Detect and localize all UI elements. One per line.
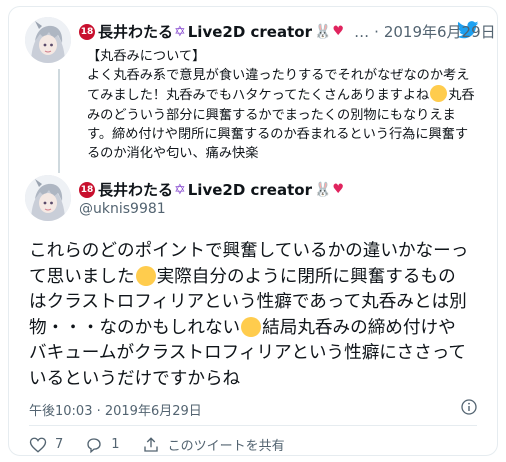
author-name[interactable]: 18 長井わたる ✡ Live2D creator 🐰 ♥	[79, 21, 344, 42]
tweet-timestamp[interactable]: 午後10:03 · 2019年6月29日	[29, 400, 202, 419]
ellipsis: …	[354, 22, 370, 41]
heart-emoji-icon: ♥	[332, 182, 345, 197]
action-bar: 7 1 このツイートを共有	[29, 435, 307, 454]
text-line: よく丸呑み系で意見が食い違ったりするでそれがなぜなのか考え	[87, 68, 470, 84]
heart-icon	[29, 437, 47, 453]
text-line: みのどういう部分に興奮するかでまったくの別物にもなりえま	[87, 107, 456, 123]
avatar[interactable]	[25, 17, 71, 63]
reply-button[interactable]: 1	[85, 436, 120, 454]
thinking-face-icon	[135, 265, 156, 286]
star-of-david-icon: ✡	[174, 181, 186, 198]
rabbit-icon: 🐰	[313, 23, 332, 40]
text-line: て思いました 実際自分のように閉所に興奮するもの	[29, 265, 456, 287]
avatar[interactable]	[25, 175, 71, 221]
tweet-date[interactable]: 2019年6月29日	[384, 21, 496, 42]
author-name[interactable]: 18 長井わたる ✡ Live2D creator 🐰 ♥	[79, 179, 344, 200]
dot-separator: ·	[374, 22, 379, 41]
age-badge: 18	[79, 23, 95, 40]
reply-count: 1	[111, 437, 120, 452]
like-count: 7	[55, 437, 64, 452]
share-button[interactable]: このツイートを共有	[142, 435, 285, 454]
reply-header: 18 長井わたる ✡ Live2D creator 🐰 ♥ … · 2019年6…	[79, 21, 496, 42]
author-handle[interactable]: @uknis9981	[79, 201, 166, 217]
main-header: 18 長井わたる ✡ Live2D creator 🐰 ♥	[79, 179, 344, 200]
main-tweet-text: これらのどのポイントで興奮しているかの違いかなーっ て思いました 実際自分のように…	[29, 239, 495, 392]
heart-emoji-icon: ♥	[332, 24, 345, 39]
text-line: いるというだけですからね	[29, 368, 241, 389]
text-line: す。締め付けや閉所に興奮するのか呑まれるという行為に興奮す	[87, 126, 469, 142]
text-line: 物・・・なのかもしれない 結局丸呑みの締め付けや	[29, 316, 456, 338]
reply-icon	[87, 437, 101, 453]
divider	[29, 425, 477, 426]
thinking-face-icon	[241, 316, 262, 337]
text-line: はクラストロフィリアという性癖であって丸呑みとは別	[29, 292, 467, 312]
reply-text: 【丸呑みについて】 よく丸呑み系で意見が食い違ったりするでそれがなぜなのか考え …	[87, 47, 489, 163]
text-line: 【丸呑みについて】	[87, 49, 206, 64]
share-label: このツイートを共有	[167, 439, 285, 454]
text-line: るのか消化や匂い、痛み快楽	[87, 146, 259, 162]
rabbit-icon: 🐰	[313, 181, 332, 198]
info-icon[interactable]	[461, 399, 477, 415]
text-line: てみました！丸呑みでもハタケってたくさんありますよね 丸呑	[87, 85, 489, 105]
text-line: バキュームがクラストロフィリアという性癖にささって	[29, 343, 467, 363]
flushed-face-icon	[430, 85, 448, 103]
share-icon	[143, 436, 158, 452]
star-of-david-icon: ✡	[174, 23, 186, 40]
thread-line	[58, 69, 60, 173]
text-line: これらのどのポイントで興奮しているかの違いかなーっ	[29, 241, 469, 261]
age-badge: 18	[79, 181, 95, 198]
tweet-card: 18 長井わたる ✡ Live2D creator 🐰 ♥ … · 2019年6…	[8, 6, 498, 456]
like-button[interactable]: 7	[29, 436, 63, 454]
